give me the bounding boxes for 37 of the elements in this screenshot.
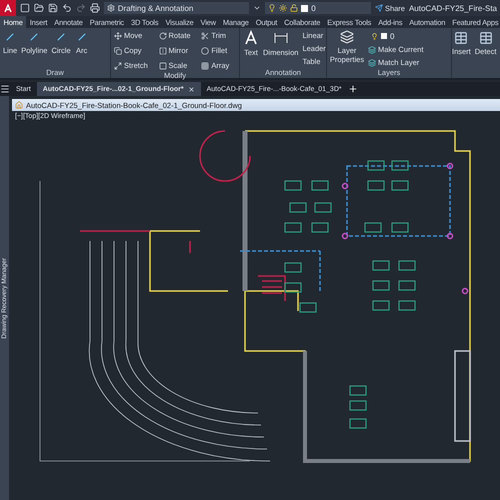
app-title: AutoCAD-FY25_Fire-Sta: [408, 4, 497, 12]
add-tab-icon[interactable]: [348, 84, 358, 94]
dimension-icon: [272, 30, 289, 46]
copy-icon: [114, 46, 122, 54]
send-icon: [374, 4, 383, 12]
lightbulb-icon: [371, 32, 378, 40]
print-icon[interactable]: [90, 3, 100, 13]
text-icon: [243, 30, 259, 46]
layer-color-swatch: [301, 4, 308, 12]
unlock-icon: [290, 4, 298, 12]
save-icon[interactable]: [48, 3, 58, 13]
layers-icon: [340, 30, 354, 44]
new-icon[interactable]: [20, 3, 30, 13]
app-logo[interactable]: [0, 0, 16, 16]
layers-icon: [368, 58, 376, 66]
scissors-icon: [201, 32, 210, 40]
mirror-icon: [158, 46, 166, 54]
table-icon: [454, 31, 468, 45]
table-icon: [478, 31, 493, 45]
caret-icon[interactable]: [253, 4, 262, 12]
rotate-icon: [158, 32, 166, 40]
house-icon: [15, 101, 23, 109]
layer-dropdown[interactable]: 0: [265, 2, 371, 14]
lightbulb-icon: [268, 4, 276, 12]
undo-icon[interactable]: [62, 3, 72, 13]
redo-icon[interactable]: [76, 3, 86, 13]
gear-icon: [106, 4, 115, 12]
workspace-dropdown[interactable]: Drafting & Annotation: [104, 2, 250, 14]
layer-color-swatch: [381, 33, 387, 39]
grid-icon: [201, 62, 210, 70]
stretch-icon: [114, 62, 122, 70]
layers-icon: [368, 46, 376, 54]
menu-icon[interactable]: [0, 84, 10, 94]
sun-icon: [279, 4, 288, 12]
close-icon[interactable]: [188, 86, 195, 92]
move-icon: [114, 32, 122, 40]
open-icon[interactable]: [34, 3, 44, 13]
